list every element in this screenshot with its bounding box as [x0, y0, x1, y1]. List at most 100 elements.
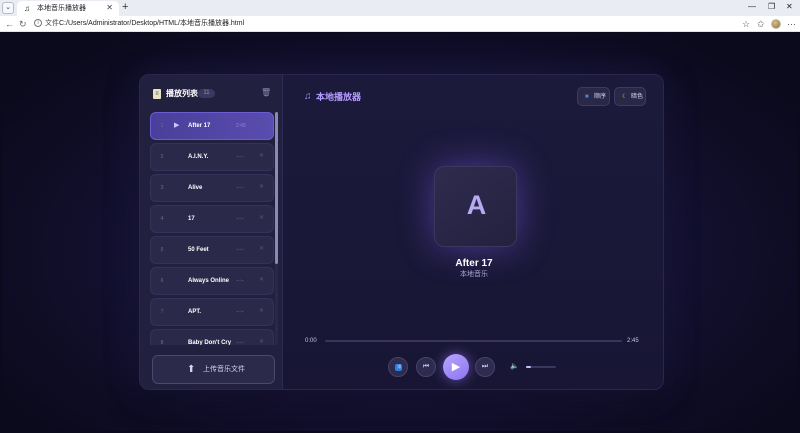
- playlist-count-badge: 11: [198, 89, 215, 98]
- track-duration: --:--: [236, 154, 245, 160]
- track-number: 6: [160, 278, 164, 284]
- track-name: 50 Feet: [188, 247, 209, 253]
- track-item[interactable]: 4 17 --:-- ✕: [150, 205, 274, 233]
- track-item[interactable]: 6 Always Online --:-- ✕: [150, 267, 274, 295]
- browser-tab-bar: ⌄ ♫ 本地音乐播放器 ✕ + — ❐ ✕: [0, 0, 800, 16]
- theme-toggle-button[interactable]: ☾ 暗色: [614, 87, 646, 106]
- track-number: 1: [160, 123, 164, 129]
- shuffle-icon: ⤨: [395, 364, 402, 371]
- playlist-sidebar: ≡ 播放列表 11 🗑 1 ▶ After 17 2:45 ✕ 2 A.I.N.Y. --:-…: [140, 75, 283, 389]
- track-number: 7: [160, 309, 164, 315]
- track-remove-icon[interactable]: ✕: [259, 121, 264, 130]
- favorites-collection-icon[interactable]: ✩: [757, 19, 765, 29]
- theme-label: 暗色: [631, 94, 644, 100]
- close-window-icon[interactable]: ✕: [786, 2, 793, 12]
- profile-avatar[interactable]: [771, 19, 781, 29]
- tab-title: 本地音乐播放器: [37, 5, 86, 12]
- scrollbar-thumb[interactable]: [275, 112, 278, 264]
- play-order-button[interactable]: ■ 顺序: [577, 87, 610, 106]
- track-item[interactable]: 3 Alive --:-- ✕: [150, 174, 274, 202]
- track-duration: --:--: [236, 309, 245, 315]
- moon-icon: ☾: [622, 94, 628, 100]
- shuffle-button[interactable]: ⤨: [388, 357, 408, 377]
- tab-actions-menu-button[interactable]: ⌄: [2, 2, 14, 14]
- track-remove-icon[interactable]: ✕: [259, 183, 264, 192]
- music-note-icon: ♫: [304, 91, 312, 102]
- browser-tab[interactable]: ♫ 本地音乐播放器 ✕: [17, 1, 119, 16]
- more-options-icon[interactable]: ⋯: [787, 19, 796, 29]
- next-icon: ⏭: [481, 363, 489, 370]
- track-item[interactable]: 1 ▶ After 17 2:45 ✕: [150, 112, 274, 140]
- track-remove-icon[interactable]: ✕: [259, 245, 264, 254]
- track-remove-icon[interactable]: ✕: [259, 338, 264, 345]
- minimize-window-icon[interactable]: —: [748, 2, 756, 12]
- current-time: 0:00: [305, 338, 317, 344]
- track-item[interactable]: 8 Baby Don't Cry --:-- ✕: [150, 329, 274, 345]
- track-remove-icon[interactable]: ✕: [259, 152, 264, 161]
- album-cover: A: [434, 166, 517, 247]
- track-duration: --:--: [236, 185, 245, 191]
- track-name: A.I.N.Y.: [188, 154, 209, 160]
- music-note-icon: ♫: [24, 4, 30, 13]
- track-name: Alive: [188, 185, 203, 191]
- playing-indicator-icon: ▶: [174, 122, 180, 129]
- upload-music-button[interactable]: ⬆ 上传音乐文件: [152, 355, 275, 384]
- song-title: After 17: [455, 258, 493, 269]
- trash-icon[interactable]: 🗑: [261, 87, 271, 99]
- refresh-icon[interactable]: ↻: [19, 18, 27, 30]
- track-remove-icon[interactable]: ✕: [259, 276, 264, 285]
- volume-slider[interactable]: [526, 366, 556, 368]
- now-playing-panel: ♫ 本地播放器 ■ 顺序 ☾ 暗色 A After 17 本地音乐 0:00 2…: [283, 75, 663, 389]
- track-duration: --:--: [236, 278, 245, 284]
- cover-letter: A: [466, 190, 487, 220]
- maximize-window-icon[interactable]: ❐: [768, 2, 775, 12]
- order-square-icon: ■: [585, 94, 589, 100]
- track-name: Baby Don't Cry: [188, 340, 232, 345]
- song-artist: 本地音乐: [460, 271, 488, 278]
- play-order-label: 顺序: [594, 94, 607, 100]
- total-time: 2:45: [627, 338, 639, 344]
- music-player-card: ≡ 播放列表 11 🗑 1 ▶ After 17 2:45 ✕ 2 A.I.N.Y. --:-…: [139, 74, 664, 390]
- info-icon[interactable]: i: [34, 19, 42, 27]
- previous-icon: ⏮: [422, 363, 430, 370]
- volume-icon[interactable]: 🔈: [510, 362, 519, 372]
- track-duration: --:--: [236, 340, 245, 345]
- address-bar[interactable]: i 文件 | C:/Users/Administrator/Desktop/HT…: [31, 18, 731, 30]
- track-number: 8: [160, 340, 164, 345]
- track-number: 4: [160, 216, 164, 222]
- track-name: APT.: [188, 309, 202, 315]
- track-number: 5: [160, 247, 164, 253]
- address-url[interactable]: C:/Users/Administrator/Desktop/HTML/本地音乐…: [59, 19, 244, 29]
- address-separator: |: [55, 20, 57, 27]
- progress-bar[interactable]: [325, 340, 622, 342]
- track-number: 2: [160, 154, 164, 160]
- track-list: 1 ▶ After 17 2:45 ✕ 2 A.I.N.Y. --:-- ✕ 3 Alive --:-…: [150, 112, 275, 345]
- track-duration: --:--: [236, 247, 245, 253]
- upload-button-label: 上传音乐文件: [203, 366, 245, 373]
- track-number: 3: [160, 185, 164, 191]
- track-duration: 2:45: [236, 123, 246, 129]
- volume-fill: [526, 366, 531, 368]
- track-item[interactable]: 7 APT. --:-- ✕: [150, 298, 274, 326]
- page-background: ≡ 播放列表 11 🗑 1 ▶ After 17 2:45 ✕ 2 A.I.N.Y. --:-…: [2, 33, 798, 431]
- upload-arrow-icon: ⬆: [187, 364, 196, 375]
- close-tab-icon[interactable]: ✕: [106, 3, 113, 13]
- track-duration: --:--: [236, 216, 245, 222]
- track-item[interactable]: 2 A.I.N.Y. --:-- ✕: [150, 143, 274, 171]
- clipboard-icon: ≡: [153, 89, 161, 99]
- playlist-title: 播放列表: [166, 89, 198, 98]
- track-item[interactable]: 5 50 Feet --:-- ✕: [150, 236, 274, 264]
- favorite-star-icon[interactable]: ☆: [742, 19, 750, 29]
- track-remove-icon[interactable]: ✕: [259, 214, 264, 223]
- back-icon[interactable]: ←: [5, 18, 14, 30]
- track-name: 17: [188, 216, 195, 222]
- track-name: Always Online: [188, 278, 230, 284]
- new-tab-button[interactable]: +: [122, 1, 128, 14]
- app-title: 本地播放器: [316, 92, 362, 102]
- previous-track-button[interactable]: ⏮: [416, 357, 436, 377]
- track-remove-icon[interactable]: ✕: [259, 307, 264, 316]
- browser-toolbar: ← ↻ i 文件 | C:/Users/Administrator/Deskto…: [0, 16, 800, 32]
- play-button[interactable]: ▶: [443, 354, 469, 380]
- next-track-button[interactable]: ⏭: [475, 357, 495, 377]
- play-icon: ▶: [451, 361, 461, 373]
